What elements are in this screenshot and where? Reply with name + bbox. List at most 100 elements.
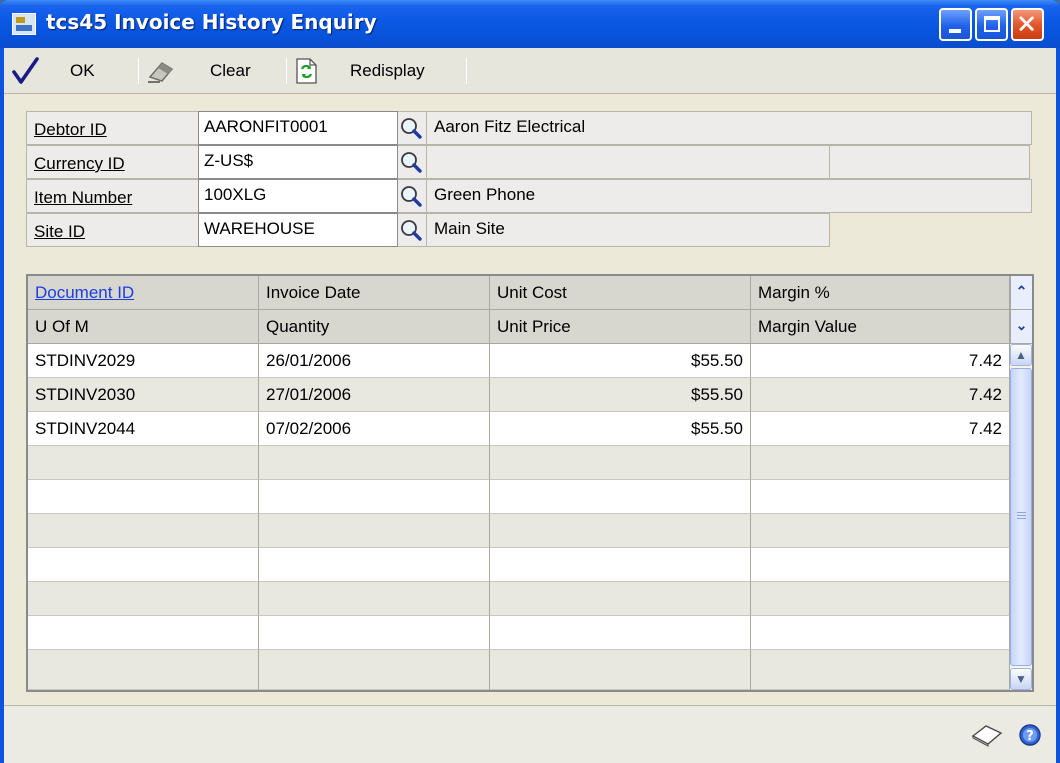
empty-cell [751, 616, 1010, 650]
scroll-up-button[interactable]: ▲ [1010, 344, 1032, 366]
clear-button[interactable]: Clear [146, 48, 276, 94]
cell-margin-pct: 7.42 [751, 412, 1010, 446]
close-icon [1019, 16, 1034, 31]
table-row[interactable]: STDINV2030 27/01/2006 $55.50 7.42 [28, 378, 1010, 412]
maximize-button[interactable] [975, 8, 1008, 41]
magnifier-icon [401, 118, 422, 139]
grid-scrollbar[interactable]: ▲ ▼ [1010, 344, 1032, 690]
site-id-field[interactable]: WAREHOUSE [198, 213, 398, 247]
cell-margin-pct: 7.42 [751, 344, 1010, 378]
empty-cell [28, 446, 259, 480]
header-document-id[interactable]: Document ID [28, 276, 259, 310]
cell-unit-cost: $55.50 [490, 412, 751, 446]
empty-row[interactable] [28, 582, 1010, 616]
redisplay-label: Redisplay [350, 61, 425, 80]
cell-document-id: STDINV2029 [28, 344, 259, 378]
empty-cell [259, 616, 490, 650]
cell-unit-cost: $55.50 [490, 344, 751, 378]
ok-label: OK [70, 61, 95, 80]
cell-margin-pct: 7.42 [751, 378, 1010, 412]
app-window: tcs45 Invoice History Enquiry OK Clear R… [0, 0, 1060, 763]
ok-button[interactable]: OK [10, 48, 130, 94]
header-margin-value: Margin Value [751, 310, 1010, 344]
empty-cell [751, 514, 1010, 548]
item-number-label[interactable]: Item Number [26, 179, 198, 213]
empty-row[interactable] [28, 650, 1010, 690]
currency-id-label[interactable]: Currency ID [26, 145, 198, 179]
empty-cell [259, 548, 490, 582]
cell-document-id: STDINV2044 [28, 412, 259, 446]
debtor-name: Aaron Fitz Electrical [426, 111, 1032, 145]
empty-row[interactable] [28, 446, 1010, 480]
invoice-grid: Document ID Invoice Date Unit Cost Margi… [26, 274, 1034, 692]
empty-cell [28, 480, 259, 514]
window-title: tcs45 Invoice History Enquiry [46, 10, 377, 34]
empty-cell [28, 650, 259, 690]
redisplay-button[interactable]: Redisplay [294, 48, 464, 94]
currency-id-field[interactable]: Z-US$ [198, 145, 398, 179]
empty-row[interactable] [28, 480, 1010, 514]
chevron-up-icon: ▲ [1015, 348, 1027, 362]
empty-cell [28, 582, 259, 616]
empty-cell [490, 650, 751, 690]
currency-lookup-button[interactable] [398, 145, 426, 179]
table-row[interactable]: STDINV2044 07/02/2006 $55.50 7.42 [28, 412, 1010, 446]
empty-cell [28, 548, 259, 582]
cell-invoice-date: 07/02/2006 [259, 412, 490, 446]
checkmark-icon [12, 57, 39, 84]
cell-unit-cost: $55.50 [490, 378, 751, 412]
collapse-rows-button[interactable]: ⌃ [1010, 276, 1032, 310]
scroll-down-button[interactable]: ▼ [1010, 668, 1032, 690]
empty-row[interactable] [28, 514, 1010, 548]
header-unit-cost: Unit Cost [490, 276, 751, 310]
currency-extra-field [830, 145, 1030, 179]
chevron-down-icon: ▼ [1015, 672, 1027, 686]
app-icon [12, 13, 36, 35]
double-chevron-down-icon: ⌄ [1015, 317, 1028, 333]
item-lookup-button[interactable] [398, 179, 426, 213]
help-icon[interactable]: ? [1018, 723, 1042, 747]
close-button[interactable] [1011, 8, 1044, 41]
grid-header-row-2: U Of M Quantity Unit Price Margin Value [28, 310, 1010, 344]
empty-cell [28, 616, 259, 650]
header-u-of-m: U Of M [28, 310, 259, 344]
currency-description [426, 145, 830, 179]
empty-cell [490, 582, 751, 616]
toolbar-separator [466, 58, 467, 84]
debtor-id-field[interactable]: AARONFIT0001 [198, 111, 398, 145]
empty-cell [28, 514, 259, 548]
note-icon[interactable] [970, 722, 1004, 748]
eraser-icon [148, 62, 174, 83]
debtor-lookup-button[interactable] [398, 111, 426, 145]
empty-cell [259, 480, 490, 514]
minimize-icon [949, 29, 961, 33]
empty-row[interactable] [28, 548, 1010, 582]
table-row[interactable]: STDINV2029 26/01/2006 $55.50 7.42 [28, 344, 1010, 378]
site-id-label[interactable]: Site ID [26, 213, 198, 247]
empty-cell [259, 582, 490, 616]
empty-cell [490, 548, 751, 582]
item-description: Green Phone [426, 179, 1032, 213]
item-number-field[interactable]: 100XLG [198, 179, 398, 213]
empty-cell [259, 446, 490, 480]
empty-cell [751, 548, 1010, 582]
empty-cell [490, 480, 751, 514]
site-lookup-button[interactable] [398, 213, 426, 247]
empty-row[interactable] [28, 616, 1010, 650]
minimize-button[interactable] [939, 8, 972, 41]
empty-cell [259, 514, 490, 548]
header-unit-price: Unit Price [490, 310, 751, 344]
debtor-id-label[interactable]: Debtor ID [26, 111, 198, 145]
site-description: Main Site [426, 213, 830, 247]
expand-rows-button[interactable]: ⌄ [1010, 310, 1032, 344]
toolbar-separator [286, 58, 287, 84]
title-bar[interactable]: tcs45 Invoice History Enquiry [0, 0, 1060, 48]
empty-cell [490, 446, 751, 480]
magnifier-icon [401, 220, 422, 241]
window-client: OK Clear Redisplay Debtor ID AARONFIT000… [4, 48, 1056, 763]
cell-invoice-date: 26/01/2006 [259, 344, 490, 378]
empty-cell [751, 650, 1010, 690]
status-bar: ? [4, 705, 1056, 763]
empty-cell [490, 514, 751, 548]
scroll-thumb[interactable] [1010, 368, 1032, 666]
